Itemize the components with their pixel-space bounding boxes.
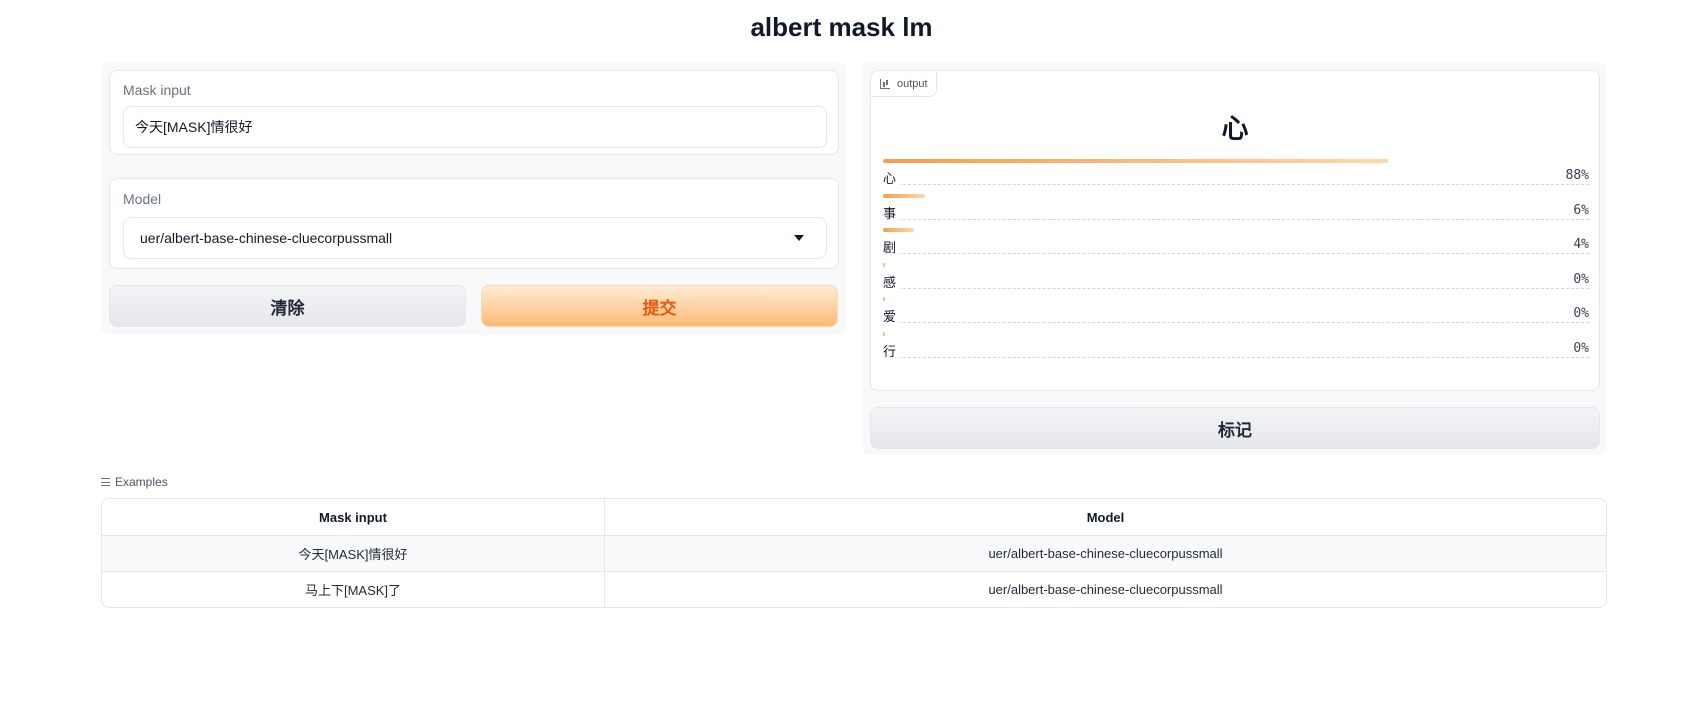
confidence-percent: 0% [1569,306,1589,321]
output-block: output 心 心 88% 事 6% 剧 4% 感 0% 爱 0% 行 0% [870,70,1600,391]
confidence-label: 行 [883,340,901,360]
confidence-row: 行 0% [883,331,1589,368]
top-prediction: 心 [1221,114,1249,144]
table-row[interactable]: 马上下[MASK]了 uer/albert-base-chinese-cluec… [102,571,1606,607]
output-tag-label: output [897,77,928,90]
list-icon [101,478,110,486]
examples-table: Mask input Model 今天[MASK]情很好 uer/albert-… [101,498,1607,608]
confidence-leader [883,218,1589,220]
confidence-bar [883,262,885,267]
confidence-row: 事 6% [883,193,1589,230]
output-panel: output 心 心 88% 事 6% 剧 4% 感 0% 爱 0% 行 0% 标记 [862,62,1607,455]
confidence-label: 爱 [883,306,901,325]
confidence-label: 剧 [883,237,901,256]
confidence-bar [883,228,914,232]
mask-input-block: Mask input 今天[MASK]情很好 [109,70,839,155]
confidence-percent: 4% [1569,237,1589,252]
submit-button[interactable]: 提交 [481,285,838,327]
examples-header: Examples [101,475,168,489]
flag-button[interactable]: 标记 [870,407,1600,449]
confidence-percent: 0% [1569,340,1589,356]
confidence-bar [883,159,1389,163]
model-dropdown[interactable]: uer/albert-base-chinese-cluecorpussmall [123,217,827,259]
example-mask-input: 今天[MASK]情很好 [102,536,605,571]
mask-input-label: Mask input [123,82,191,98]
mask-input-value: 今天[MASK]情很好 [135,119,253,135]
confidence-row: 爱 0% [883,297,1589,333]
confidence-label: 心 [883,168,901,187]
input-panel: Mask input 今天[MASK]情很好 Model uer/albert-… [101,62,846,335]
examples-header-row: Mask input Model [102,499,1606,535]
confidence-bar [883,331,885,336]
mask-input-field[interactable]: 今天[MASK]情很好 [123,106,827,148]
confidence-percent: 6% [1569,202,1589,218]
example-model: uer/albert-base-chinese-cluecorpussmall [988,582,1223,597]
confidence-leader [883,322,1589,323]
model-block: Model uer/albert-base-chinese-cluecorpus… [109,178,839,269]
confidence-bar [883,297,885,301]
example-mask-input: 马上下[MASK]了 [102,572,605,607]
confidence-percent: 88% [1561,168,1589,183]
confidence-leader [883,356,1589,358]
page-title: albert mask lm [750,12,933,42]
table-row[interactable]: 今天[MASK]情很好 uer/albert-base-chinese-clue… [102,535,1606,571]
example-model: uer/albert-base-chinese-cluecorpussmall [988,546,1223,561]
confidence-row: 心 88% [883,159,1589,195]
confidence-bar [883,193,925,198]
bar-chart-icon [880,79,890,89]
confidence-row: 感 0% [883,262,1589,299]
clear-button[interactable]: 清除 [109,285,466,327]
examples-title: Examples [115,475,168,489]
confidence-leader [883,184,1589,185]
model-dropdown-value: uer/albert-base-chinese-cluecorpussmall [140,230,393,246]
confidence-percent: 0% [1569,271,1589,287]
model-label: Model [123,191,162,207]
column-header-model: Model [1086,509,1125,525]
output-tag: output [871,71,937,97]
confidence-leader [883,253,1589,254]
confidence-label: 事 [883,202,901,222]
chevron-down-icon [794,235,804,241]
confidence-leader [883,287,1589,289]
column-header-mask-input: Mask input [102,499,605,535]
confidence-row: 剧 4% [883,228,1589,264]
confidence-label: 感 [883,271,901,291]
